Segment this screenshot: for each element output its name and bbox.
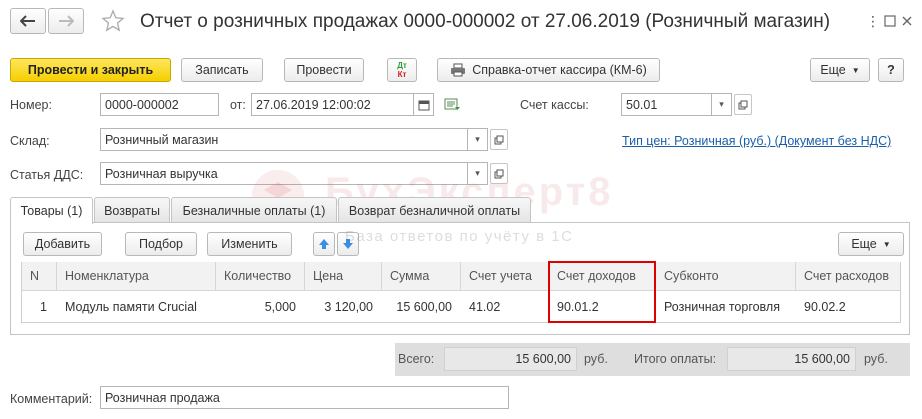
close-icon <box>902 16 912 26</box>
total-value-field: 15 600,00 <box>444 347 577 371</box>
help-button[interactable]: ? <box>878 58 904 82</box>
cell-price[interactable]: 3 120,00 <box>305 292 381 322</box>
col-header-quantity[interactable]: Количество <box>216 262 304 291</box>
cash-account-dropdown[interactable]: ▾ <box>712 93 732 116</box>
col-separator <box>460 262 461 291</box>
cash-account-label: Счет кассы: <box>520 98 589 112</box>
cell-nomenclature[interactable]: Модуль памяти Crucial <box>57 292 215 322</box>
total-value: 15 600,00 <box>515 352 571 366</box>
cell-row-number[interactable]: 1 <box>22 292 56 322</box>
back-button[interactable] <box>10 8 46 34</box>
open-link-icon <box>494 135 504 144</box>
arrow-up-icon <box>319 239 329 249</box>
income-account-highlight <box>548 261 656 323</box>
tab-noncash-payments[interactable]: Безналичные оплаты (1) <box>171 197 337 223</box>
warehouse-dropdown[interactable]: ▾ <box>468 128 488 151</box>
number-field[interactable]: 0000-000002 <box>100 93 219 116</box>
favorite-star-icon[interactable] <box>101 9 125 33</box>
more-button[interactable]: Еще ▼ <box>810 58 870 82</box>
forward-button[interactable] <box>48 8 84 34</box>
more-label: Еще <box>820 63 846 77</box>
table-more-label: Еще <box>851 237 877 251</box>
dds-label: Статья ДДС: <box>10 168 84 182</box>
col-header-sum[interactable]: Сумма <box>382 262 460 291</box>
calendar-button[interactable] <box>414 93 434 116</box>
dtkt-icon-bottom: Кт <box>397 70 407 79</box>
close-button[interactable] <box>900 14 914 28</box>
chevron-down-icon: ▼ <box>851 65 860 75</box>
cash-account-field[interactable]: 50.01 <box>621 93 712 116</box>
warehouse-label: Склад: <box>10 134 50 148</box>
date-field[interactable]: 27.06.2019 12:00:02 <box>251 93 414 116</box>
maximize-icon <box>884 15 896 27</box>
col-header-nomenclature[interactable]: Номенклатура <box>57 262 215 291</box>
tab-goods[interactable]: Товары (1) <box>10 197 93 224</box>
date-label: от: <box>230 98 246 112</box>
col-separator <box>795 262 796 291</box>
dds-open-button[interactable] <box>490 163 508 184</box>
warehouse-field[interactable]: Розничный магазин <box>100 128 468 151</box>
number-label: Номер: <box>10 98 52 112</box>
dds-field[interactable]: Розничная выручка <box>100 162 468 185</box>
paid-label: Итого оплаты: <box>634 352 717 366</box>
table-more-button[interactable]: Еще ▼ <box>838 232 904 256</box>
col-header-expense-account[interactable]: Счет расходов <box>796 262 900 291</box>
col-header-subconto[interactable]: Субконто <box>656 262 795 291</box>
col-separator <box>56 262 57 291</box>
col-header-n[interactable]: N <box>22 262 56 291</box>
comment-field[interactable]: Розничная продажа <box>100 386 509 409</box>
col-separator <box>215 262 216 291</box>
dropdown-arrow-icon: ▾ <box>719 99 724 109</box>
dropdown-arrow-icon: ▾ <box>475 168 480 178</box>
arrow-left-icon <box>20 15 35 27</box>
paid-currency: руб. <box>864 352 888 366</box>
col-header-price[interactable]: Цена <box>305 262 381 291</box>
chevron-down-icon: ▼ <box>882 239 891 249</box>
add-row-button[interactable]: Добавить <box>23 232 102 256</box>
page-title: Отчет о розничных продажах 0000-000002 о… <box>140 11 831 32</box>
cell-account[interactable]: 41.02 <box>461 292 548 322</box>
calendar-icon <box>418 100 429 110</box>
tab-noncash-returns[interactable]: Возврат безналичной оплаты <box>338 197 531 223</box>
col-separator <box>304 262 305 291</box>
open-link-icon <box>738 100 748 109</box>
arrow-right-icon <box>59 15 74 27</box>
arrow-down-icon <box>343 239 353 249</box>
paid-value-field: 15 600,00 <box>727 347 856 371</box>
cashier-report-label: Справка-отчет кассира (КМ-6) <box>472 63 647 77</box>
maximize-button[interactable] <box>883 14 897 28</box>
select-button[interactable]: Подбор <box>125 232 197 256</box>
window-menu-button[interactable]: ⋮ <box>866 13 880 29</box>
total-label: Всего: <box>398 352 435 366</box>
post-button[interactable]: Провести <box>284 58 364 82</box>
move-down-button[interactable] <box>337 232 359 256</box>
dtkt-icon-top: Дт <box>397 61 407 70</box>
change-button[interactable]: Изменить <box>207 232 292 256</box>
price-type-link[interactable]: Тип цен: Розничная (руб.) (Документ без … <box>622 134 891 148</box>
total-currency: руб. <box>584 352 608 366</box>
cashier-report-button[interactable]: Справка-отчет кассира (КМ-6) <box>437 58 660 82</box>
cell-sum[interactable]: 15 600,00 <box>382 292 460 322</box>
col-separator <box>381 262 382 291</box>
cell-subconto[interactable]: Розничная торговля <box>656 292 795 322</box>
cash-account-open-button[interactable] <box>734 94 752 115</box>
printer-icon <box>451 63 466 77</box>
dropdown-arrow-icon: ▾ <box>475 134 480 144</box>
open-link-icon <box>494 169 504 178</box>
write-button[interactable]: Записать <box>181 58 263 82</box>
cell-expense-account[interactable]: 90.02.2 <box>796 292 900 322</box>
cell-quantity[interactable]: 5,000 <box>216 292 304 322</box>
move-up-button[interactable] <box>313 232 335 256</box>
dds-dropdown[interactable]: ▾ <box>468 162 488 185</box>
comment-label: Комментарий: <box>10 392 93 406</box>
document-movements-icon[interactable] <box>444 97 462 116</box>
warehouse-open-button[interactable] <box>490 129 508 150</box>
dtkt-button[interactable]: Дт Кт <box>387 58 417 82</box>
tab-returns[interactable]: Возвраты <box>94 197 170 223</box>
col-header-account[interactable]: Счет учета <box>461 262 548 291</box>
post-and-close-button[interactable]: Провести и закрыть <box>10 58 171 82</box>
paid-value: 15 600,00 <box>794 352 850 366</box>
